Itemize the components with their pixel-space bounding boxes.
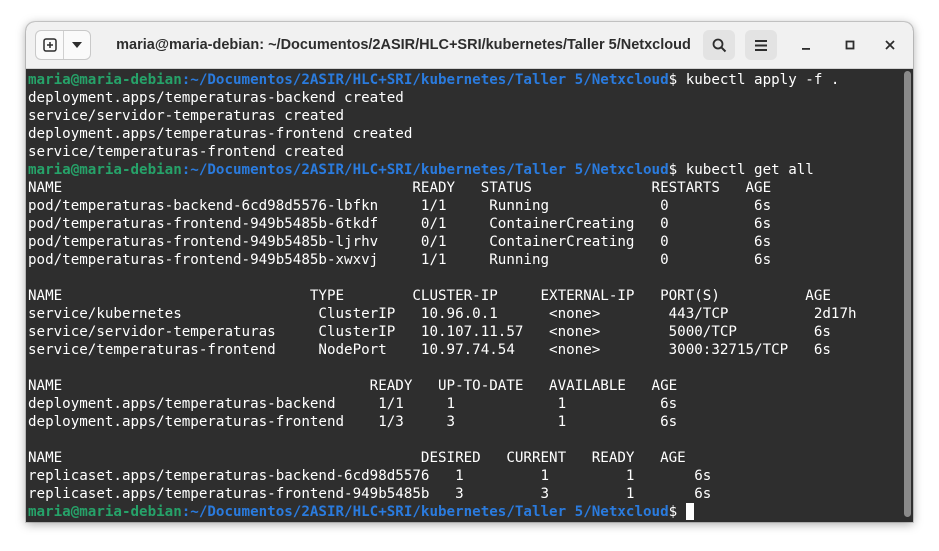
output-line: replicaset.apps/temperaturas-frontend-94… <box>28 486 712 502</box>
output-line: service/temperaturas-frontend created <box>28 144 345 160</box>
hamburger-menu-icon <box>755 39 767 51</box>
output-line: pod/temperaturas-backend-6cd98d5576-lbfk… <box>28 198 772 214</box>
prompt-symbol: $ <box>668 504 686 520</box>
main-menu-button[interactable] <box>745 30 777 60</box>
output-line: pod/temperaturas-frontend-949b5485b-6tkd… <box>28 216 772 232</box>
prompt-path: :~/Documentos/2ASIR/HLC+SRI/kubernetes/T… <box>181 162 669 178</box>
search-button[interactable] <box>703 30 735 60</box>
prompt-path: :~/Documentos/2ASIR/HLC+SRI/kubernetes/T… <box>181 72 669 88</box>
output-line: NAME TYPE CLUSTER-IP EXTERNAL-IP PORT(S)… <box>28 288 831 304</box>
close-icon <box>885 40 895 50</box>
prompt-line: maria@maria-debian:~/Documentos/2ASIR/HL… <box>28 71 902 89</box>
prompt-path: :~/Documentos/2ASIR/HLC+SRI/kubernetes/T… <box>181 504 669 520</box>
maximize-button[interactable] <box>834 30 866 60</box>
terminal-window: maria@maria-debian: ~/Documentos/2ASIR/H… <box>26 22 913 522</box>
prompt-line: maria@maria-debian:~/Documentos/2ASIR/HL… <box>28 161 902 179</box>
prompt-line: maria@maria-debian:~/Documentos/2ASIR/HL… <box>28 503 902 521</box>
output-line: service/servidor-temperaturas created <box>28 108 345 124</box>
prompt-user: maria@maria-debian <box>28 504 182 520</box>
scrollbar[interactable] <box>902 69 913 522</box>
chevron-down-icon <box>72 42 82 48</box>
output-line: service/kubernetes ClusterIP 10.96.0.1 <… <box>28 306 857 322</box>
search-icon <box>712 38 726 52</box>
output-line: NAME READY STATUS RESTARTS AGE <box>28 180 772 196</box>
output-line: pod/temperaturas-frontend-949b5485b-xwxv… <box>28 252 772 268</box>
scrollbar-thumb[interactable] <box>904 71 911 517</box>
maximize-icon <box>845 40 855 50</box>
window-title: maria@maria-debian: ~/Documentos/2ASIR/H… <box>116 37 691 53</box>
prompt-symbol: $ <box>668 72 686 88</box>
prompt-user: maria@maria-debian <box>28 162 182 178</box>
output-line: service/temperaturas-frontend NodePort 1… <box>28 342 831 358</box>
command-text: kubectl get all <box>685 162 814 178</box>
minimize-icon <box>802 48 810 50</box>
new-tab-group <box>35 30 91 60</box>
close-button[interactable] <box>874 30 906 60</box>
output-line: deployment.apps/temperaturas-frontend 1/… <box>28 414 678 430</box>
output-line: NAME READY UP-TO-DATE AVAILABLE AGE <box>28 378 678 394</box>
output-line: deployment.apps/temperaturas-backend 1/1… <box>28 396 678 412</box>
prompt-symbol: $ <box>668 162 686 178</box>
output-line: pod/temperaturas-frontend-949b5485b-ljrh… <box>28 234 772 250</box>
new-tab-button[interactable] <box>36 31 64 59</box>
title-bar: maria@maria-debian: ~/Documentos/2ASIR/H… <box>26 22 913 69</box>
output-line: deployment.apps/temperaturas-backend cre… <box>28 90 404 106</box>
new-tab-menu-button[interactable] <box>64 31 90 59</box>
prompt-user: maria@maria-debian <box>28 72 182 88</box>
output-line: service/servidor-temperaturas ClusterIP … <box>28 324 831 340</box>
text-cursor <box>685 503 694 520</box>
output-line: replicaset.apps/temperaturas-backend-6cd… <box>28 468 712 484</box>
command-text: kubectl apply -f . <box>685 72 840 88</box>
minimize-button[interactable] <box>790 30 822 60</box>
output-line: deployment.apps/temperaturas-frontend cr… <box>28 126 413 142</box>
output-line: NAME DESIRED CURRENT READY AGE <box>28 450 686 466</box>
new-tab-icon <box>42 38 57 52</box>
terminal-output[interactable]: maria@maria-debian:~/Documentos/2ASIR/HL… <box>26 69 902 522</box>
